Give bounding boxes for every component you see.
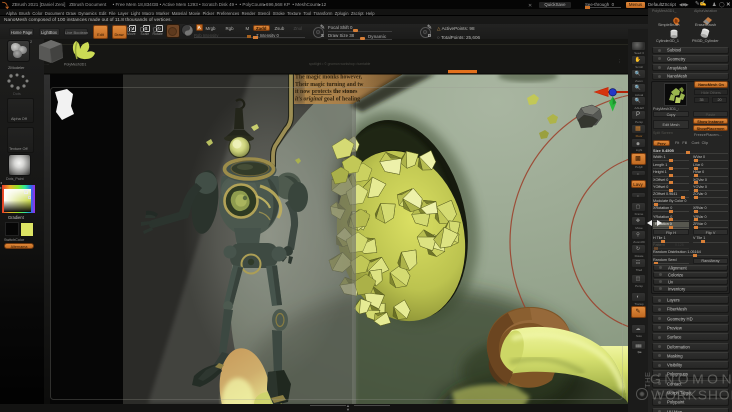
svg-text:it now protects the stones: it now protects the stones <box>295 89 358 95</box>
svg-text:⋮: ⋮ <box>617 59 622 64</box>
svg-text:The magic monks however,: The magic monks however, <box>295 75 363 81</box>
svg-text:it's original goal of healing: it's original goal of healing <box>295 97 360 103</box>
svg-text:spotlight • © gnomon workshop: spotlight • © gnomon workshop • turntabl… <box>309 62 371 66</box>
